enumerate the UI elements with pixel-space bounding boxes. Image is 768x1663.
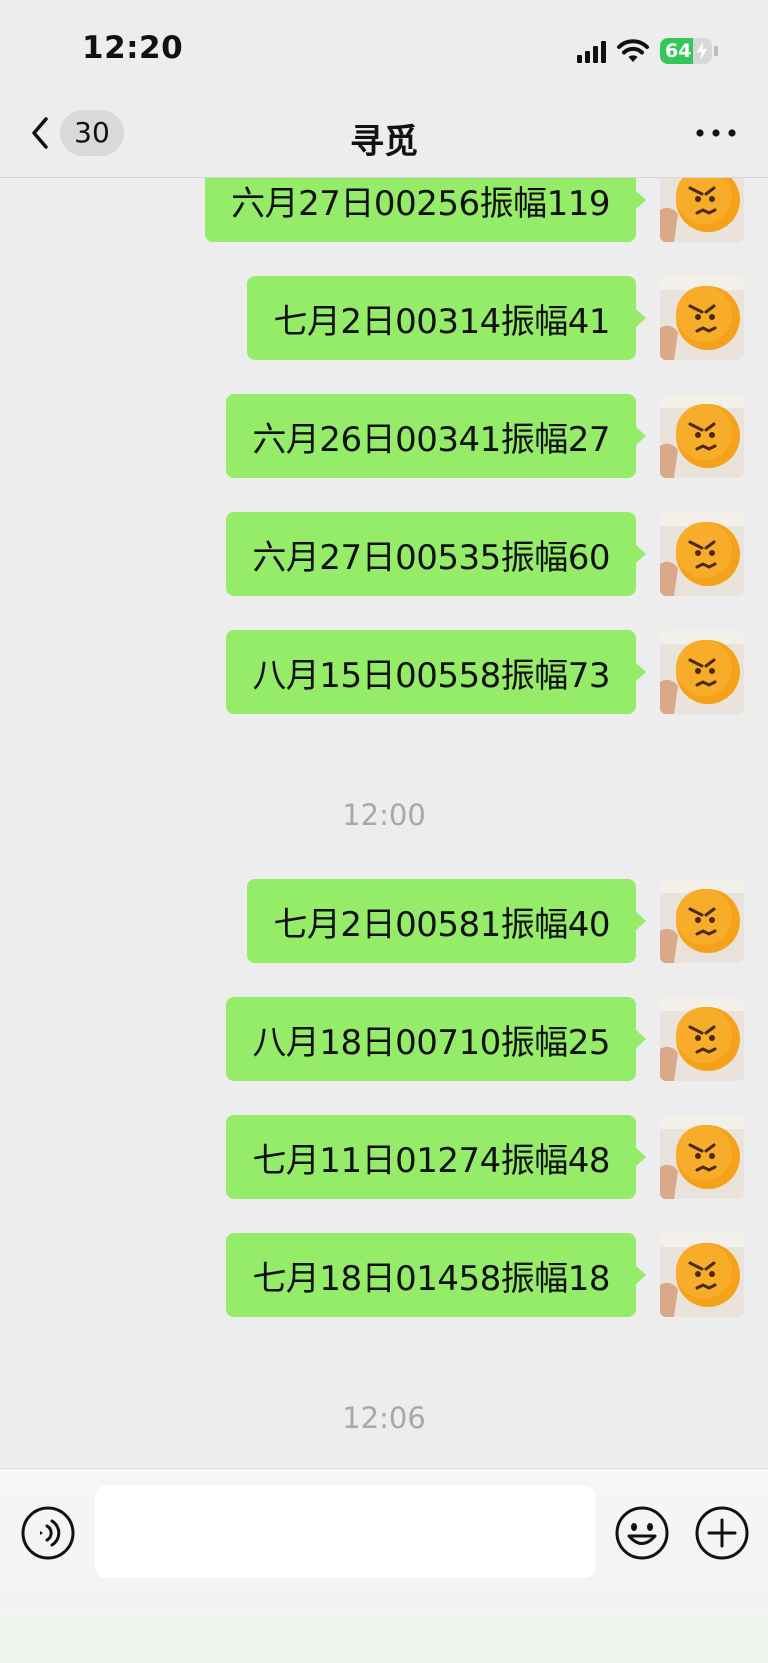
avatar[interactable] — [660, 997, 744, 1081]
nav-bar: 30 寻觅 — [0, 92, 768, 178]
message-bubble[interactable]: 六月27日00535振幅60 — [226, 512, 646, 596]
message-row: 六月27日00535振幅60 — [226, 512, 744, 596]
time-separator: 12:00 — [342, 798, 426, 832]
status-time: 12:20 — [82, 30, 184, 66]
message-bubble[interactable]: 七月11日01274振幅48 — [226, 1115, 646, 1199]
avatar[interactable] — [660, 879, 744, 963]
battery-cap — [714, 46, 718, 56]
message-bubble[interactable]: 七月2日00581振幅40 — [247, 879, 646, 963]
battery-icon: 64 — [660, 38, 712, 64]
status-bar: 12:20 64 — [0, 0, 768, 92]
message-row: 七月2日00314振幅41 — [247, 276, 744, 360]
chat-title: 寻觅 — [350, 122, 418, 162]
input-bar — [0, 1468, 768, 1663]
avatar[interactable] — [660, 178, 744, 242]
message-bubble[interactable]: 七月18日01458振幅18 — [226, 1233, 646, 1317]
more-dots-icon[interactable] — [694, 118, 738, 148]
chat-area[interactable]: 六月27日00256振幅119 七月2日00314振幅41 六月26日00341振幅… — [0, 178, 768, 1468]
message-row: 八月15日00558振幅73 — [226, 630, 744, 714]
message-row: 七月18日01458振幅18 — [226, 1233, 744, 1317]
message-row: 七月11日01274振幅48 — [226, 1115, 744, 1199]
status-icons: 64 — [577, 38, 718, 64]
message-row: 六月27日00256振幅119 — [205, 178, 744, 242]
message-row: 六月26日00341振幅27 — [226, 394, 744, 478]
avatar[interactable] — [660, 630, 744, 714]
message-row: 八月18日00710振幅25 — [226, 997, 744, 1081]
wifi-icon — [617, 39, 649, 62]
message-row: 七月2日00581振幅40 — [247, 879, 744, 963]
voice-icon[interactable] — [20, 1505, 76, 1561]
avatar[interactable] — [660, 1115, 744, 1199]
time-separator: 12:06 — [342, 1401, 426, 1435]
charging-bolt-icon — [697, 42, 707, 60]
message-bubble[interactable]: 七月2日00314振幅41 — [247, 276, 646, 360]
avatar[interactable] — [660, 1233, 744, 1317]
plus-icon[interactable] — [694, 1505, 750, 1561]
emoji-icon[interactable] — [614, 1505, 670, 1561]
message-bubble[interactable]: 八月15日00558振幅73 — [226, 630, 646, 714]
avatar[interactable] — [660, 512, 744, 596]
cellular-signal-icon — [577, 39, 606, 63]
avatar[interactable] — [660, 394, 744, 478]
battery-level: 64 — [665, 40, 692, 62]
avatar[interactable] — [660, 276, 744, 360]
message-input[interactable] — [95, 1486, 595, 1578]
message-bubble[interactable]: 八月18日00710振幅25 — [226, 997, 646, 1081]
message-bubble[interactable]: 六月27日00256振幅119 — [205, 178, 646, 242]
message-bubble[interactable]: 六月26日00341振幅27 — [226, 394, 646, 478]
